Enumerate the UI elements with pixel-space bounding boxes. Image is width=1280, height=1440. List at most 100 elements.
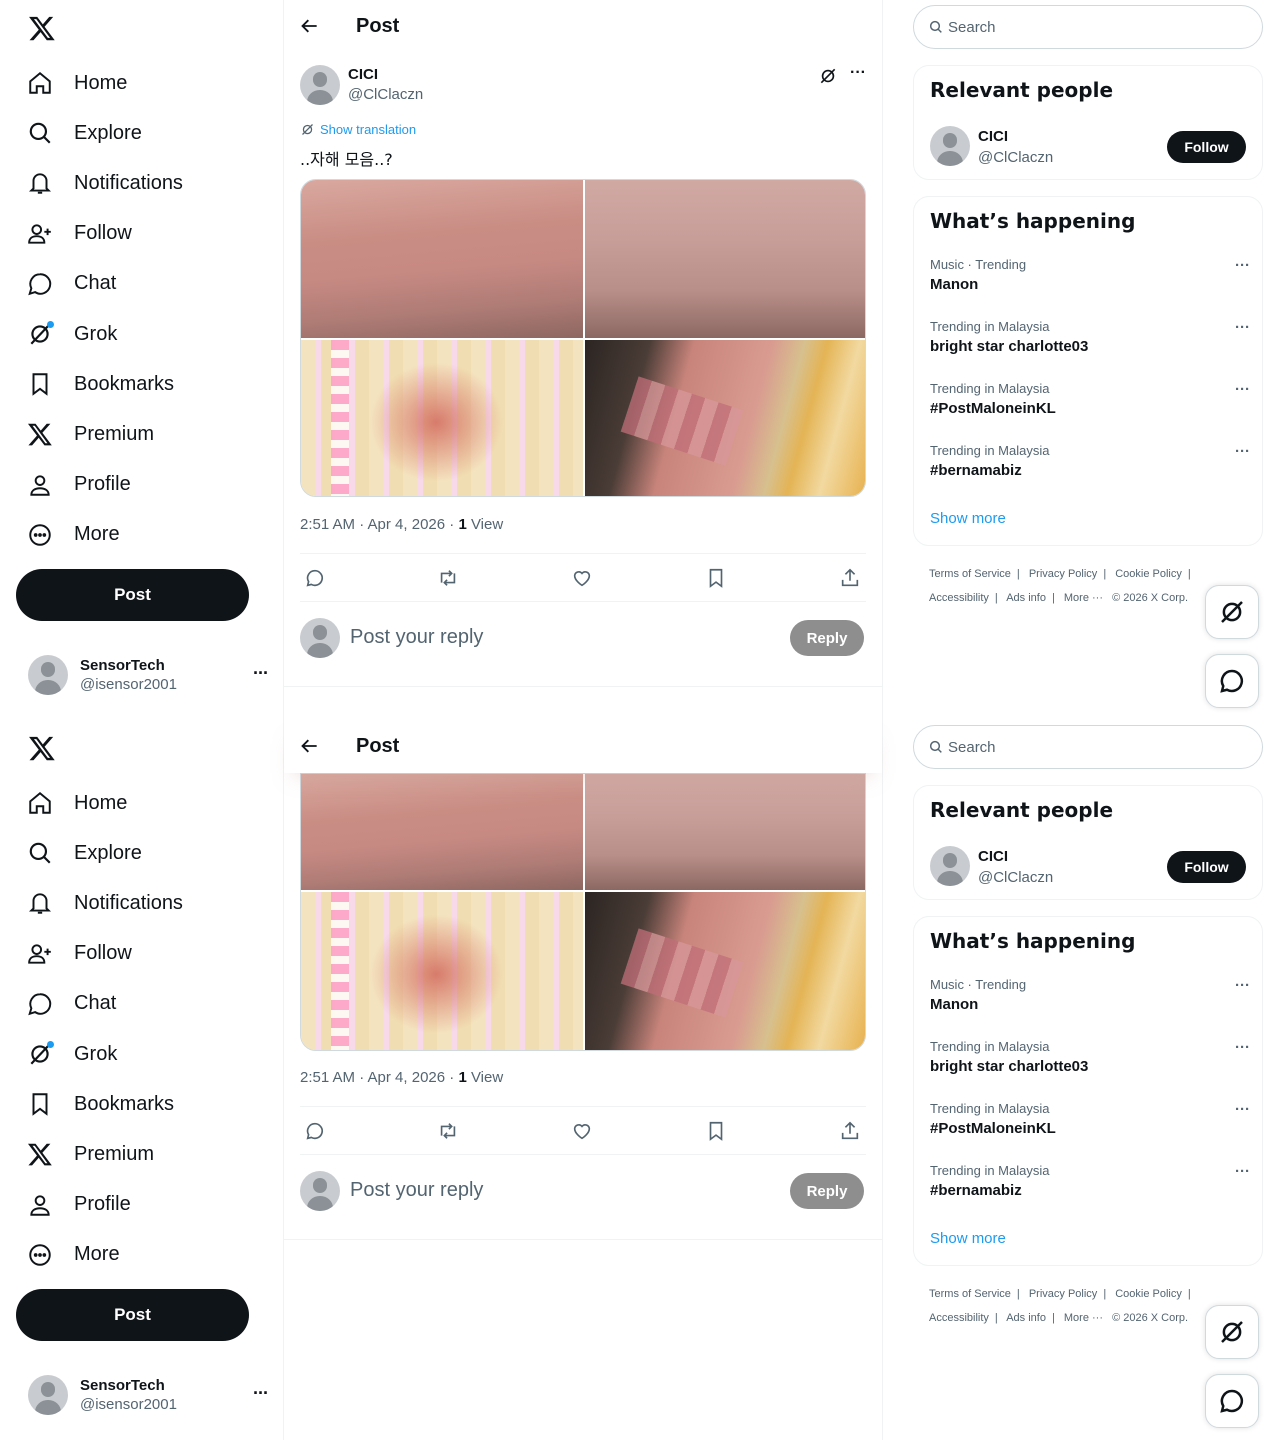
like-heart-icon[interactable] — [571, 1120, 593, 1142]
more-dots-icon[interactable]: ··· — [850, 64, 866, 82]
tweet-time[interactable]: 2:51 AM · Apr 4, 2026 · — [300, 516, 458, 533]
nav-profile[interactable]: Profile — [16, 460, 276, 510]
nav-premium[interactable]: Premium — [16, 409, 276, 459]
nav-chat[interactable]: Chat — [16, 979, 276, 1029]
nav-notifications[interactable]: Notifications — [16, 158, 276, 208]
reply-input[interactable]: Post your reply — [350, 1179, 483, 1202]
more-dots-icon[interactable]: ··· — [1235, 257, 1250, 274]
show-more-link[interactable]: Show more — [930, 1230, 1006, 1247]
nav-home[interactable]: Home — [16, 778, 276, 828]
reply-icon[interactable] — [304, 567, 326, 589]
show-more-link[interactable]: Show more — [930, 510, 1006, 527]
nav-profile[interactable]: Profile — [16, 1180, 276, 1230]
trend-item[interactable]: Trending in Malaysia #bernamabiz ··· — [930, 1163, 1250, 1211]
nav-grok[interactable]: Grok — [16, 1029, 276, 1079]
media-image-4[interactable] — [585, 340, 865, 496]
avatar[interactable] — [930, 126, 970, 166]
nav-bookmarks[interactable]: Bookmarks — [16, 359, 276, 409]
avatar[interactable] — [930, 846, 970, 886]
trend-item[interactable]: Music · Trending Manon ··· — [930, 977, 1250, 1025]
messages-fab-button[interactable] — [1205, 654, 1259, 708]
footer-privacy[interactable]: Privacy Policy — [1029, 568, 1097, 580]
back-arrow-icon[interactable] — [300, 16, 320, 36]
grok-fab-button[interactable] — [1205, 1305, 1259, 1359]
media-image-3[interactable] — [301, 892, 583, 1050]
more-dots-icon[interactable]: ··· — [1235, 1039, 1250, 1056]
media-image-1[interactable] — [301, 180, 583, 338]
more-dots-icon[interactable]: ··· — [1235, 977, 1250, 994]
relevant-person-handle[interactable]: @ClClaczn — [978, 149, 1053, 166]
footer-cookie[interactable]: Cookie Policy — [1115, 568, 1182, 580]
compose-post-button[interactable]: Post — [16, 1289, 249, 1341]
nav-chat[interactable]: Chat — [16, 259, 276, 309]
nav-explore[interactable]: Explore — [16, 108, 276, 158]
follow-button[interactable]: Follow — [1167, 851, 1246, 883]
show-translation-link[interactable]: Show translation — [300, 122, 416, 137]
search-input[interactable]: Search — [913, 5, 1263, 49]
nav-bookmarks[interactable]: Bookmarks — [16, 1079, 276, 1129]
more-dots-icon[interactable]: ··· — [253, 663, 269, 684]
more-dots-icon[interactable]: ··· — [1235, 381, 1250, 398]
bookmark-icon[interactable] — [705, 567, 727, 589]
more-dots-icon[interactable]: ··· — [1235, 443, 1250, 460]
footer-accessibility[interactable]: Accessibility — [929, 592, 989, 604]
reply-icon[interactable] — [304, 1120, 326, 1142]
reply-button[interactable]: Reply — [790, 620, 864, 656]
grok-icon[interactable] — [818, 66, 838, 86]
trend-item[interactable]: Trending in Malaysia bright star charlott… — [930, 1039, 1250, 1087]
nav-home[interactable]: Home — [16, 58, 276, 108]
media-image-1[interactable] — [301, 774, 583, 890]
more-dots-icon[interactable]: ··· — [1235, 319, 1250, 336]
nav-grok[interactable]: Grok — [16, 309, 276, 359]
relevant-person-name[interactable]: CICI — [978, 128, 1008, 145]
like-heart-icon[interactable] — [571, 567, 593, 589]
compose-post-button[interactable]: Post — [16, 569, 249, 621]
share-icon[interactable] — [839, 1120, 861, 1142]
footer-privacy[interactable]: Privacy Policy — [1029, 1288, 1097, 1300]
media-image-2[interactable] — [585, 180, 865, 338]
nav-more[interactable]: More — [16, 1230, 276, 1280]
footer-more[interactable]: More ··· — [1064, 592, 1103, 604]
more-dots-icon[interactable]: ··· — [1235, 1163, 1250, 1180]
repost-icon[interactable] — [437, 567, 459, 589]
nav-follow[interactable]: Follow — [16, 929, 276, 979]
nav-premium[interactable]: Premium — [16, 1129, 276, 1179]
bookmark-icon[interactable] — [705, 1120, 727, 1142]
footer-cookie[interactable]: Cookie Policy — [1115, 1288, 1182, 1300]
relevant-person-name[interactable]: CICI — [978, 848, 1008, 865]
trend-item[interactable]: Trending in Malaysia #PostMaloneinKL ··· — [930, 381, 1250, 429]
more-dots-icon[interactable]: ··· — [1235, 1101, 1250, 1118]
trend-item[interactable]: Music · Trending Manon ··· — [930, 257, 1250, 305]
relevant-person-handle[interactable]: @ClClaczn — [978, 869, 1053, 886]
messages-fab-button[interactable] — [1205, 1374, 1259, 1428]
nav-explore[interactable]: Explore — [16, 828, 276, 878]
footer-accessibility[interactable]: Accessibility — [929, 1312, 989, 1324]
repost-icon[interactable] — [437, 1120, 459, 1142]
reply-input[interactable]: Post your reply — [350, 626, 483, 649]
media-image-4[interactable] — [585, 892, 865, 1050]
media-image-3[interactable] — [301, 340, 583, 496]
footer-terms[interactable]: Terms of Service — [929, 1288, 1011, 1300]
author-name[interactable]: CICI — [348, 66, 378, 83]
nav-follow[interactable]: Follow — [16, 209, 276, 259]
account-switcher[interactable]: SensorTech @isensor2001 ··· — [28, 1375, 269, 1415]
footer-more[interactable]: More ··· — [1064, 1312, 1103, 1324]
grok-fab-button[interactable] — [1205, 585, 1259, 639]
author-handle[interactable]: @ClClaczn — [348, 86, 423, 103]
reply-button[interactable]: Reply — [790, 1173, 864, 1209]
follow-button[interactable]: Follow — [1167, 131, 1246, 163]
trend-item[interactable]: Trending in Malaysia #PostMaloneinKL ··· — [930, 1101, 1250, 1149]
share-icon[interactable] — [839, 567, 861, 589]
tweet-time[interactable]: 2:51 AM · Apr 4, 2026 · — [300, 1069, 458, 1086]
media-image-2[interactable] — [585, 774, 865, 890]
author-avatar[interactable] — [300, 65, 340, 105]
search-input[interactable]: Search — [913, 725, 1263, 769]
trend-item[interactable]: Trending in Malaysia bright star charlott… — [930, 319, 1250, 367]
footer-terms[interactable]: Terms of Service — [929, 568, 1011, 580]
more-dots-icon[interactable]: ··· — [253, 1383, 269, 1404]
back-arrow-icon[interactable] — [300, 736, 320, 756]
nav-more[interactable]: More — [16, 510, 276, 560]
trend-item[interactable]: Trending in Malaysia #bernamabiz ··· — [930, 443, 1250, 491]
footer-ads-info[interactable]: Ads info — [1006, 1312, 1046, 1324]
x-logo-icon[interactable] — [28, 14, 56, 42]
